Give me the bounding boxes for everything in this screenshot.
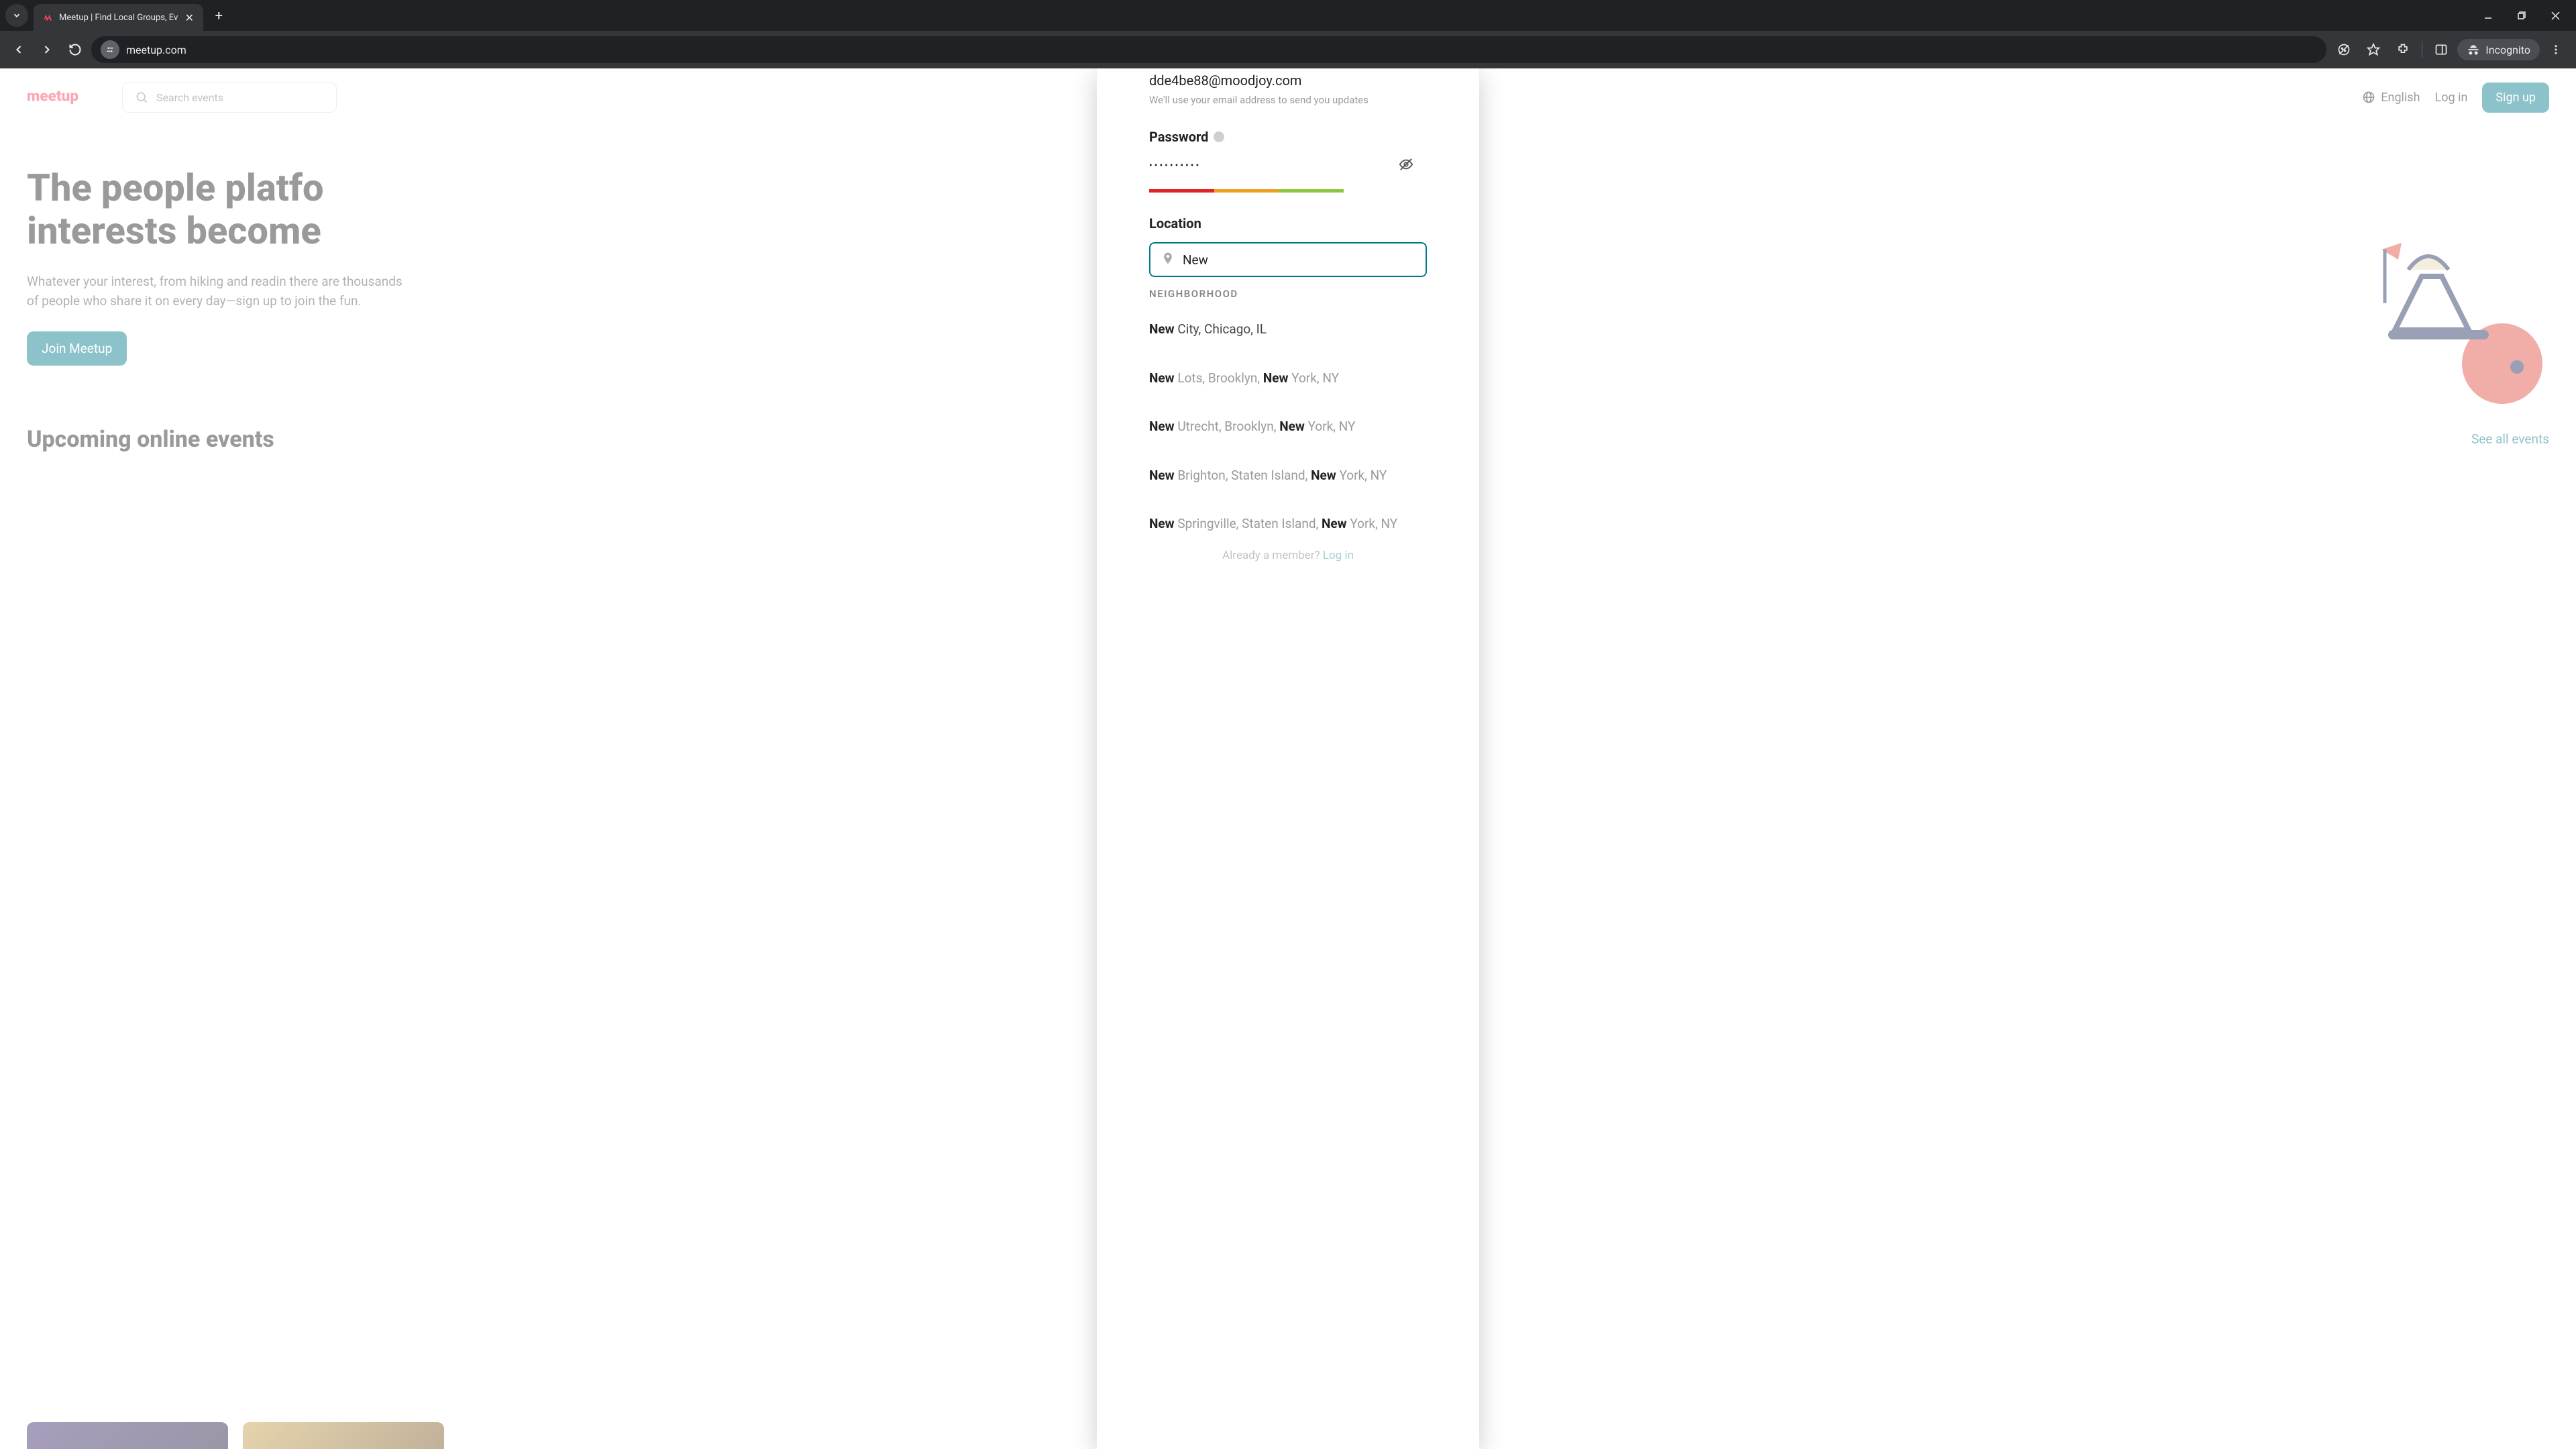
page-content: meetup Search events English Log in Sign… [0,68,2576,1449]
location-pin-icon [1161,252,1175,268]
menu-button[interactable] [2542,36,2569,63]
location-input-wrapper[interactable] [1149,242,1427,277]
location-label: Location [1149,215,1427,231]
new-tab-button[interactable]: + [209,5,229,25]
address-bar[interactable]: meetup.com [91,36,2326,63]
password-label: Password [1149,129,1427,145]
location-suggestion-list: New City, Chicago, ILNew Lots, Brooklyn,… [1149,300,1427,549]
email-hint: We'll use your email address to send you… [1149,94,1427,106]
tab-close-button[interactable]: ✕ [183,11,195,23]
login-link-modal[interactable]: Log in [1323,549,1354,562]
location-suggestion[interactable]: New Utrecht, Brooklyn, New York, NY [1149,402,1427,451]
password-field[interactable]: •••••••••• [1149,157,1427,174]
blocked-cookies-icon[interactable] [2330,36,2357,63]
signup-modal: dde4be88@moodjoy.com We'll use your emai… [1097,68,1479,1449]
bookmark-star-icon[interactable] [2360,36,2387,63]
browser-chrome: Meetup | Find Local Groups, Ev ✕ + meetu… [0,0,2576,68]
tabs-dropdown-button[interactable] [5,4,28,27]
forward-button[interactable] [35,38,59,62]
incognito-icon [2467,43,2480,56]
url-text: meetup.com [126,44,186,56]
modal-scroll-area[interactable]: dde4be88@moodjoy.com We'll use your emai… [1097,68,1479,1449]
minimize-button[interactable] [2473,4,2504,27]
close-window-button[interactable] [2540,4,2571,27]
location-suggestion[interactable]: New Brighton, Staten Island, New York, N… [1149,451,1427,500]
password-strength-meter [1149,189,1344,193]
back-button[interactable] [7,38,31,62]
password-masked-value: •••••••••• [1149,160,1201,171]
incognito-indicator[interactable]: Incognito [2457,39,2540,60]
browser-toolbar: meetup.com Incognito [0,31,2576,68]
location-suggestion[interactable]: New Springville, Staten Island, New York… [1149,500,1427,549]
incognito-label: Incognito [2485,44,2530,56]
side-panel-icon[interactable] [2428,36,2455,63]
maximize-button[interactable] [2506,4,2537,27]
toggle-password-visibility-icon[interactable] [1399,157,1413,174]
extensions-icon[interactable] [2390,36,2416,63]
site-info-icon[interactable] [101,40,119,59]
location-suggestion[interactable]: New City, Chicago, IL [1149,300,1427,354]
email-value: dde4be88@moodjoy.com [1149,72,1427,89]
meetup-favicon-icon [42,11,54,23]
tab-strip: Meetup | Find Local Groups, Ev ✕ + [0,0,2576,31]
tab-title: Meetup | Find Local Groups, Ev [59,13,178,23]
suggestion-section-label: NEIGHBORHOOD [1149,288,1427,300]
info-icon[interactable] [1214,131,1224,142]
window-controls [2473,4,2571,27]
location-suggestion[interactable]: New Lots, Brooklyn, New York, NY [1149,354,1427,403]
location-input[interactable] [1183,252,1415,268]
browser-tab[interactable]: Meetup | Find Local Groups, Ev ✕ [34,4,203,31]
reload-button[interactable] [63,38,87,62]
already-member-row: Already a member? Log in [1149,543,1427,568]
